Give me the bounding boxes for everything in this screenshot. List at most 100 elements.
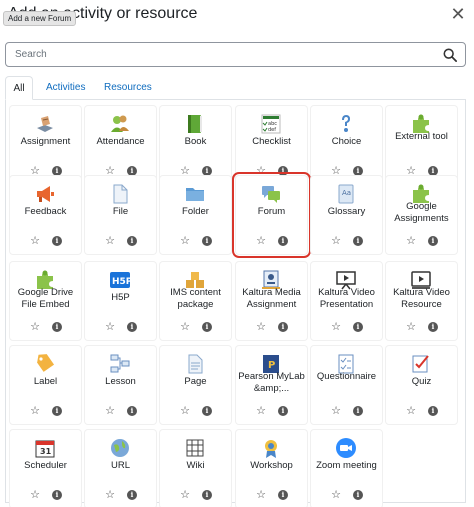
chooser-item-label[interactable]: Label ☆ i [10,346,81,424]
info-icon[interactable]: i [353,490,363,500]
star-icon[interactable]: ☆ [330,489,342,501]
chooser-item-label: Folder [182,206,209,217]
chooser-item-quiz[interactable]: Quiz ☆ i [386,346,457,424]
page-icon [183,352,207,376]
chooser-item-assignment[interactable]: Assignment ☆ i [10,106,81,184]
chooser-item-page[interactable]: Page ☆ i [160,346,231,424]
close-icon[interactable]: ✕ [448,4,468,24]
chooser-item-lesson[interactable]: Lesson ☆ i [85,346,156,424]
star-icon[interactable]: ☆ [104,235,116,247]
info-icon[interactable]: i [353,406,363,416]
chooser-item-feedback[interactable]: Feedback ☆ i [10,176,81,254]
svg-text:Aa: Aa [342,189,351,197]
choice-icon [334,112,358,136]
info-icon[interactable]: i [278,406,288,416]
info-icon[interactable]: i [428,406,438,416]
chooser-item-google-drive-file-embed[interactable]: Google Drive File Embed ☆ i [10,262,81,340]
info-icon[interactable]: i [127,406,137,416]
star-icon[interactable]: ☆ [405,405,417,417]
chooser-item-h5p[interactable]: H5P H5P ☆ i [85,262,156,340]
info-icon[interactable]: i [202,322,212,332]
star-icon[interactable]: ☆ [104,489,116,501]
info-icon[interactable]: i [52,490,62,500]
info-icon[interactable]: i [278,490,288,500]
star-icon[interactable]: ☆ [405,321,417,333]
chooser-item-label: Wiki [186,460,205,471]
star-icon[interactable]: ☆ [330,235,342,247]
star-icon[interactable]: ☆ [29,321,41,333]
info-icon[interactable]: i [278,322,288,332]
star-icon[interactable]: ☆ [255,405,267,417]
star-icon[interactable]: ☆ [255,321,267,333]
chooser-item-scheduler[interactable]: 31 Scheduler ☆ i [10,430,81,507]
chooser-item-ims-content-package[interactable]: IMS content package ☆ i [160,262,231,340]
info-icon[interactable]: i [202,236,212,246]
chooser-item-attendance[interactable]: Attendance ☆ i [85,106,156,184]
search-input[interactable] [15,43,435,66]
star-icon[interactable]: ☆ [29,405,41,417]
chooser-item-google-assignments[interactable]: Google Assignments ☆ i [386,176,457,254]
star-icon[interactable]: ☆ [405,235,417,247]
info-icon[interactable]: i [127,490,137,500]
star-icon[interactable]: ☆ [29,235,41,247]
info-icon[interactable]: i [278,236,288,246]
chooser-item-label: Forum [257,206,286,217]
chooser-item-book[interactable]: Book ☆ i [160,106,231,184]
chooser-item-choice[interactable]: Choice ☆ i [311,106,382,184]
info-icon[interactable]: i [52,406,62,416]
chooser-item-label: Attendance [96,136,145,147]
tab-activities[interactable]: Activities [46,76,85,100]
chooser-item-label: Kaltura Video Resource [393,287,450,310]
info-icon[interactable]: i [202,406,212,416]
chooser-item-questionnaire[interactable]: Questionnaire ☆ i [311,346,382,424]
info-icon[interactable]: i [52,166,62,176]
info-icon[interactable]: i [428,236,438,246]
chooser-item-wiki[interactable]: Wiki ☆ i [160,430,231,507]
star-icon[interactable]: ☆ [330,405,342,417]
search-icon[interactable] [443,48,457,62]
chooser-item-label: Lesson [105,376,136,387]
info-icon[interactable]: i [353,236,363,246]
chooser-item-file[interactable]: File ☆ i [85,176,156,254]
info-icon[interactable]: i [202,166,212,176]
chooser-item-kaltura-video-resource[interactable]: Kaltura Video Resource ☆ i [386,262,457,340]
star-icon[interactable]: ☆ [179,489,191,501]
info-icon[interactable]: i [353,166,363,176]
chooser-item-glossary[interactable]: Aa Glossary ☆ i [311,176,382,254]
chooser-item-url[interactable]: URL ☆ i [85,430,156,507]
chooser-item-checklist[interactable]: abc def Checklist ☆ i [236,106,307,184]
chooser-item-kaltura-video-presentation[interactable]: Kaltura Video Presentation ☆ i [311,262,382,340]
star-icon[interactable]: ☆ [330,321,342,333]
info-icon[interactable]: i [428,166,438,176]
star-icon[interactable]: ☆ [179,235,191,247]
tab-all[interactable]: All [5,76,33,100]
search-box [5,42,466,67]
chooser-item-folder[interactable]: Folder ☆ i [160,176,231,254]
chooser-item-external-tool[interactable]: External tool ☆ i [386,106,457,184]
star-icon[interactable]: ☆ [104,321,116,333]
info-icon[interactable]: i [52,322,62,332]
info-icon[interactable]: i [127,166,137,176]
chooser-item-label: Google Drive File Embed [17,287,74,310]
tab-resources[interactable]: Resources [104,76,152,100]
chooser-item-kaltura-media-assignment[interactable]: Kaltura Media Assignment ☆ i [236,262,307,340]
chooser-item-label: Feedback [24,206,67,217]
info-icon[interactable]: i [353,322,363,332]
info-icon[interactable]: i [52,236,62,246]
info-icon[interactable]: i [127,322,137,332]
star-icon[interactable]: ☆ [104,405,116,417]
chooser-item-zoom-meeting[interactable]: Zoom meeting ☆ i [311,430,382,507]
star-icon[interactable]: ☆ [255,235,267,247]
star-icon[interactable]: ☆ [29,489,41,501]
star-icon[interactable]: ☆ [179,321,191,333]
chooser-item-pearson-mylab[interactable]: P Pearson MyLab &amp;... ☆ i [236,346,307,424]
info-icon[interactable]: i [428,322,438,332]
chooser-item-label: File [112,206,129,217]
star-icon[interactable]: ☆ [255,489,267,501]
info-icon[interactable]: i [278,166,288,176]
chooser-item-workshop[interactable]: Workshop ☆ i [236,430,307,507]
star-icon[interactable]: ☆ [179,405,191,417]
info-icon[interactable]: i [202,490,212,500]
chooser-item-forum[interactable]: Forum ☆ i [232,172,311,258]
info-icon[interactable]: i [127,236,137,246]
